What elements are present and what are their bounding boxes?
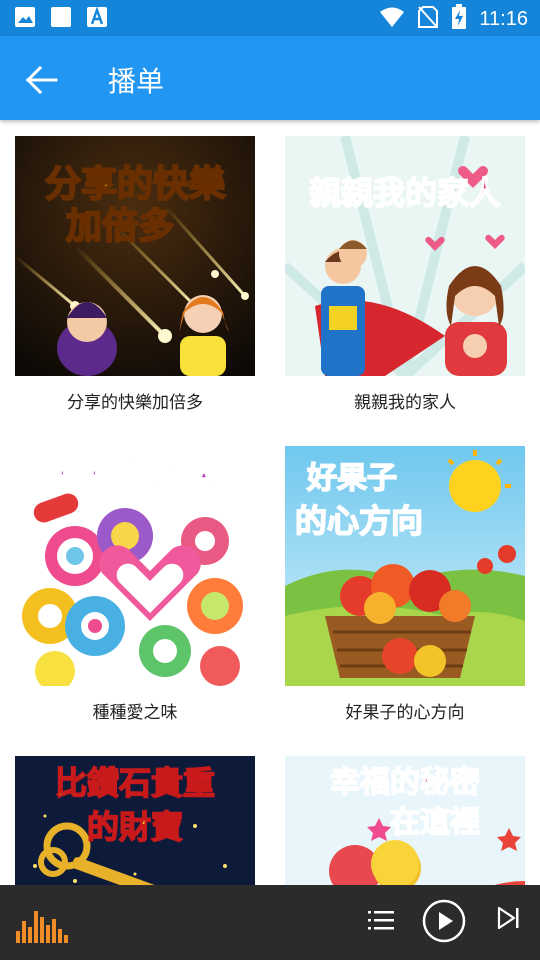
playlist-card[interactable]: 好果子 的心方向 好果子的心方向	[285, 446, 525, 723]
playlist-card[interactable]: 比鑽石貴重 的財寶	[15, 756, 255, 885]
status-time: 11:16	[479, 7, 528, 30]
app-bar: 播单	[0, 36, 540, 120]
playlist-card[interactable]: 親親我的家人 親親我的家人	[285, 136, 525, 413]
cover-title-2: 在這裡	[390, 805, 480, 840]
arrow-left-icon	[25, 65, 58, 95]
cover-title-1: 分享的快樂	[45, 164, 226, 205]
playlist-cover[interactable]: 比鑽石貴重 的財寶	[15, 756, 255, 885]
cover-title-1: 好果子	[306, 461, 397, 496]
play-icon	[422, 899, 466, 943]
playlist-card[interactable]: 分享的快樂 加倍多 分享的快樂加倍多	[15, 136, 255, 413]
playlist-card[interactable]: 幸福的秘密 在這裡	[285, 756, 525, 885]
playlist-cover[interactable]: 親親我的家人	[285, 136, 525, 376]
playlist-title: 親親我的家人	[354, 393, 456, 413]
mini-player-bar	[0, 885, 540, 960]
playlist-title: 好果子的心方向	[345, 703, 465, 723]
page-title: 播单	[108, 65, 165, 98]
playlist-grid: 分享的快樂 加倍多 分享的快樂加倍多 親親我的家人 親親我的家人 種種愛之味 種…	[0, 120, 540, 885]
playlist-cover[interactable]: 分享的快樂 加倍多	[15, 136, 255, 376]
image-icon	[14, 6, 36, 32]
cover-title-1: 種種愛之味	[55, 456, 215, 494]
playlist-cover[interactable]: 好果子 的心方向	[285, 446, 525, 686]
cover-title-2: 的財寶	[87, 808, 183, 846]
square-icon	[50, 6, 72, 32]
no-sim-icon	[417, 5, 439, 33]
font-icon	[86, 6, 108, 32]
cover-title-2: 的心方向	[295, 502, 423, 540]
equalizer-icon[interactable]	[16, 903, 68, 947]
cover-title-2: 加倍多	[66, 206, 174, 247]
skip-next-button[interactable]	[496, 905, 522, 935]
cover-title-1: 比鑽石貴重	[55, 764, 215, 802]
playlist-card[interactable]: 種種愛之味 種種愛之味	[15, 446, 255, 723]
battery-charging-icon	[451, 4, 467, 34]
back-button[interactable]	[22, 60, 62, 100]
skip-next-icon	[497, 906, 519, 930]
play-button[interactable]	[422, 899, 466, 947]
playlist-cover[interactable]: 幸福的秘密 在這裡	[285, 756, 525, 885]
cover-title-1: 親親我的家人	[309, 174, 501, 212]
status-bar: 11:16	[0, 0, 540, 36]
queue-list-button[interactable]	[368, 907, 394, 937]
playlist-cover[interactable]: 種種愛之味	[15, 446, 255, 686]
cover-title-1: 幸福的秘密	[330, 765, 480, 800]
playlist-title: 分享的快樂加倍多	[67, 393, 203, 413]
wifi-icon	[379, 6, 405, 32]
playlist-title: 種種愛之味	[92, 703, 178, 723]
queue-list-icon	[368, 911, 394, 930]
